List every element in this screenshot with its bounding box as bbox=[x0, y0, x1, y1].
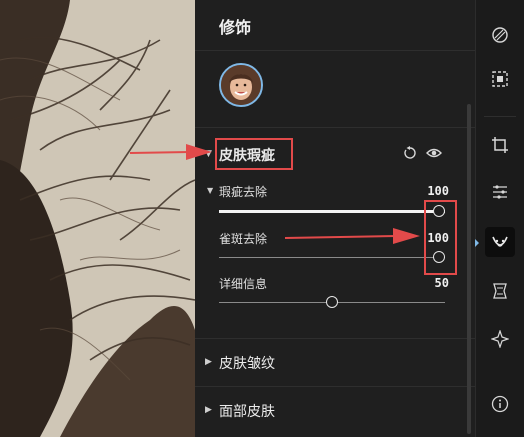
slider-value: 100 bbox=[427, 184, 449, 198]
divider bbox=[195, 50, 475, 51]
scrollbar[interactable] bbox=[467, 104, 471, 434]
slider-label: 瑕疵去除 bbox=[219, 185, 268, 199]
reset-icon[interactable] bbox=[403, 146, 417, 164]
slider-label: 详细信息 bbox=[219, 277, 268, 291]
slider-value: 50 bbox=[434, 276, 449, 290]
face-avatar[interactable] bbox=[219, 63, 263, 107]
mask-icon[interactable] bbox=[485, 20, 515, 50]
caret-right-icon: ▶ bbox=[205, 405, 212, 415]
slider-label: 雀斑去除 bbox=[219, 232, 268, 246]
divider bbox=[195, 386, 475, 387]
blemish-removal-slider[interactable] bbox=[219, 205, 445, 217]
section-label: 皮肤皱纹 bbox=[219, 356, 275, 372]
retouch-icon[interactable] bbox=[485, 227, 515, 257]
liquify-icon[interactable] bbox=[485, 276, 515, 306]
toolbar-divider bbox=[484, 116, 516, 117]
divider bbox=[195, 127, 475, 128]
active-indicator bbox=[475, 239, 479, 247]
eye-icon[interactable] bbox=[426, 146, 442, 164]
panel-title: 修饰 bbox=[219, 18, 252, 37]
caret-right-icon: ▶ bbox=[205, 357, 212, 367]
photo-canvas bbox=[0, 0, 195, 437]
caret-down-icon[interactable]: ▼ bbox=[207, 186, 213, 195]
right-toolbar bbox=[475, 0, 524, 437]
photo-image bbox=[0, 0, 195, 437]
crop-icon[interactable] bbox=[485, 130, 515, 160]
section-label: 面部皮肤 bbox=[219, 404, 275, 420]
slider-fill bbox=[219, 210, 445, 213]
section-skin-wrinkles[interactable]: ▶ 皮肤皱纹 bbox=[195, 348, 475, 378]
slider-thumb[interactable] bbox=[326, 296, 338, 308]
annotation-highlight-box bbox=[215, 138, 293, 170]
caret-down-icon: ▼ bbox=[205, 149, 212, 159]
divider bbox=[195, 338, 475, 339]
selection-icon[interactable] bbox=[485, 64, 515, 94]
retouch-panel: 修饰 ▼ 皮肤瑕疵 ▼ 瑕疵去除 100 雀斑去除 100 详细信息 50 ▶ … bbox=[195, 0, 475, 437]
section-facial-skin[interactable]: ▶ 面部皮肤 bbox=[195, 396, 475, 426]
detail-slider[interactable] bbox=[219, 296, 445, 308]
adjust-icon[interactable] bbox=[485, 177, 515, 207]
annotation-highlight-box bbox=[424, 200, 457, 275]
freckle-removal-slider[interactable] bbox=[219, 251, 445, 263]
info-icon[interactable] bbox=[485, 389, 515, 419]
face-image bbox=[221, 65, 261, 105]
ai-spark-icon[interactable] bbox=[485, 324, 515, 354]
